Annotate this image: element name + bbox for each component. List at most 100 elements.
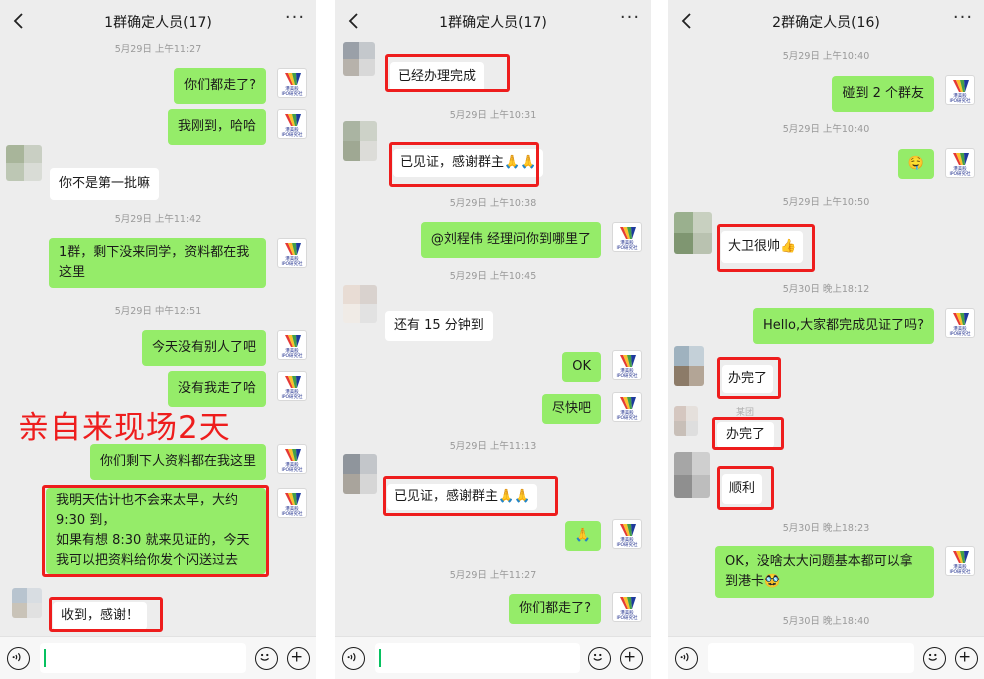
message-input[interactable]	[40, 643, 246, 673]
message-bubble: 你们剩下人资料都在我这里	[89, 444, 266, 480]
brand-logo-icon	[285, 335, 301, 347]
emoji-icon[interactable]	[588, 647, 611, 670]
brand-logo-text: 港美股 IPO研究社	[616, 538, 638, 548]
emoji-icon[interactable]	[255, 647, 278, 670]
message-bubble: OK，没啥太大问题基本都可以拿到港卡🥸	[715, 546, 934, 598]
text-caret	[379, 649, 381, 667]
brand-logo-icon	[953, 313, 969, 325]
chat-panel-1: 1群确定人员(17) ··· 5月29日 上午11:27 你们都走了? 港美股 …	[0, 0, 316, 679]
timestamp: 5月30日 晚上18:12	[782, 284, 870, 295]
brand-logo-text: 港美股 IPO研究社	[281, 128, 303, 138]
avatar-self: 港美股 IPO研究社	[277, 68, 307, 98]
chat-panel-3: 2群确定人员(16) ··· 5月29日 上午10:40 碰到 2 个群友 港美…	[668, 0, 984, 679]
brand-logo-icon	[620, 597, 636, 609]
avatar-other	[343, 42, 375, 76]
avatar-self: 港美股 IPO研究社	[945, 75, 975, 105]
timestamp: 5月29日 上午11:27	[449, 570, 537, 581]
brand-logo-icon	[953, 551, 969, 563]
brand-logo-text: 港美股 IPO研究社	[281, 257, 303, 267]
message-bubble: 收到，感谢！	[53, 602, 148, 630]
chat-title: 1群确定人员(17)	[439, 15, 547, 31]
brand-logo-icon	[620, 524, 636, 536]
plus-icon[interactable]	[287, 647, 310, 670]
avatar-self: 港美股 IPO研究社	[945, 546, 975, 576]
chat-header: 1群确定人员(17) ···	[0, 0, 316, 42]
timestamp: 5月29日 上午11:42	[114, 214, 202, 225]
brand-logo-text: 港美股 IPO研究社	[616, 611, 638, 621]
message-input[interactable]	[375, 643, 580, 673]
message-bubble: Hello,大家都完成见证了吗?	[753, 308, 934, 344]
more-dots-icon[interactable]: ···	[619, 9, 641, 31]
avatar-self: 港美股 IPO研究社	[277, 109, 307, 139]
brand-logo-text: 港美股 IPO研究社	[616, 241, 638, 251]
message-bubble: 🤤	[897, 149, 934, 179]
voice-icon[interactable]	[675, 647, 698, 670]
avatar-other	[674, 212, 712, 254]
message-bubble: 尽快吧	[541, 394, 601, 424]
message-input[interactable]	[708, 643, 914, 673]
avatar-self: 港美股 IPO研究社	[277, 371, 307, 401]
emoji-icon[interactable]	[923, 647, 946, 670]
timestamp: 5月29日 上午11:27	[114, 44, 202, 55]
brand-logo-text: 港美股 IPO研究社	[949, 327, 971, 337]
timestamp: 5月30日 晚上18:40	[782, 616, 870, 627]
message-bubble: 碰到 2 个群友	[832, 76, 934, 112]
timestamp: 5月29日 上午10:40	[782, 124, 870, 135]
brand-logo-icon	[285, 73, 301, 85]
timestamp: 5月29日 上午10:40	[782, 51, 870, 62]
avatar-self: 港美股 IPO研究社	[612, 222, 642, 252]
voice-icon[interactable]	[342, 647, 365, 670]
chat-panel-2: 1群确定人员(17) ··· 已经办理完成 5月29日 上午10:31 已见证，…	[335, 0, 651, 679]
avatar-other	[674, 452, 710, 498]
brand-logo-text: 港美股 IPO研究社	[281, 87, 303, 97]
plus-icon[interactable]	[955, 647, 978, 670]
avatar-self: 港美股 IPO研究社	[945, 308, 975, 338]
more-dots-icon[interactable]: ···	[284, 9, 306, 31]
message-bubble: 你们都走了?	[174, 68, 266, 104]
brand-logo-text: 港美股 IPO研究社	[949, 565, 971, 575]
avatar-other	[343, 121, 377, 161]
brand-logo-icon	[620, 227, 636, 239]
voice-icon[interactable]	[7, 647, 30, 670]
brand-logo-text: 港美股 IPO研究社	[949, 94, 971, 104]
input-bar	[335, 636, 651, 679]
avatar-other	[343, 285, 377, 323]
brand-logo-icon	[285, 243, 301, 255]
avatar-self: 港美股 IPO研究社	[945, 148, 975, 178]
brand-logo-icon	[953, 80, 969, 92]
sender-name: 某团	[736, 408, 755, 418]
brand-logo-text: 港美股 IPO研究社	[616, 369, 638, 379]
timestamp: 5月30日 晚上18:23	[782, 523, 870, 534]
chat-title: 1群确定人员(17)	[104, 15, 212, 31]
message-bubble: 今天没有别人了吧	[141, 330, 266, 366]
message-bubble: 你们都走了?	[509, 594, 601, 624]
brand-logo-text: 港美股 IPO研究社	[616, 411, 638, 421]
brand-logo-text: 港美股 IPO研究社	[281, 390, 303, 400]
brand-logo-text: 港美股 IPO研究社	[281, 463, 303, 473]
message-bubble: 办完了	[717, 422, 775, 448]
avatar-other	[343, 454, 377, 494]
brand-logo-icon	[285, 449, 301, 461]
avatar-self: 港美股 IPO研究社	[612, 592, 642, 622]
message-bubble: 你不是第一批嘛	[50, 168, 160, 200]
message-bubble: 大卫很帅👍	[721, 231, 804, 263]
message-bubble: 我明天估计也不会来太早，大约 9:30 到， 如果有想 8:30 就来见证的，今…	[46, 488, 266, 574]
timestamp: 5月29日 上午11:13	[449, 441, 537, 452]
timestamp: 5月29日 上午10:45	[449, 271, 537, 282]
message-bubble: @刘程伟 经理问你到哪里了	[420, 222, 601, 258]
more-dots-icon[interactable]: ···	[952, 9, 974, 31]
avatar-self: 港美股 IPO研究社	[612, 392, 642, 422]
chat-title: 2群确定人员(16)	[772, 15, 880, 31]
message-bubble: 🙏	[564, 521, 601, 551]
brand-logo-icon	[953, 153, 969, 165]
timestamp: 5月29日 上午10:38	[449, 198, 537, 209]
avatar-self: 港美股 IPO研究社	[277, 330, 307, 360]
avatar-other	[674, 346, 704, 386]
overlay-caption: 亲自来现场2天	[18, 410, 231, 446]
brand-logo-text: 港美股 IPO研究社	[281, 349, 303, 359]
brand-logo-icon	[285, 493, 301, 505]
avatar-other	[674, 406, 698, 436]
avatar-other	[12, 588, 42, 618]
plus-icon[interactable]	[620, 647, 643, 670]
chat-header: 2群确定人员(16) ···	[668, 0, 984, 42]
